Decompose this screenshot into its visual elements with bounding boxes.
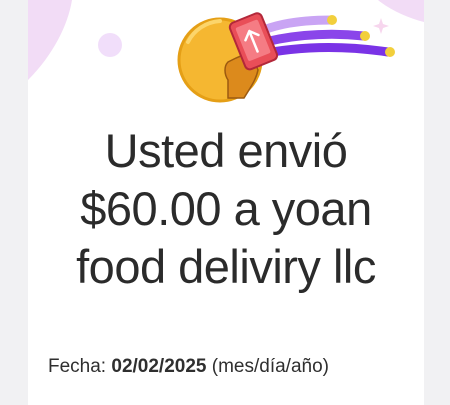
trail-dot-1 [327, 15, 337, 25]
date-format-hint: (mes/día/año) [211, 356, 329, 377]
decor-dot-small [98, 33, 122, 57]
receipt-card: Usted envió $60.00 a yoan food deliviry … [28, 0, 424, 405]
decor-blob-right [378, 0, 424, 22]
sparkle-icon [373, 18, 389, 34]
decor-blob-left [28, 0, 72, 80]
headline-line-1: Usted envió [104, 124, 348, 177]
trail-dot-3 [385, 47, 395, 57]
trail-dot-2 [360, 31, 370, 41]
sent-amount-headline: Usted envió $60.00 a yoan food deliviry … [28, 122, 424, 296]
hero-illustration [28, 0, 424, 103]
date-label: Fecha: [48, 356, 107, 377]
date-row: Fecha: 02/02/2025 (mes/día/año) [48, 356, 329, 378]
headline-line-2: $60.00 a yoan [80, 182, 372, 235]
headline-line-3: food deliviry llc [76, 240, 376, 293]
date-value: 02/02/2025 [111, 356, 207, 377]
